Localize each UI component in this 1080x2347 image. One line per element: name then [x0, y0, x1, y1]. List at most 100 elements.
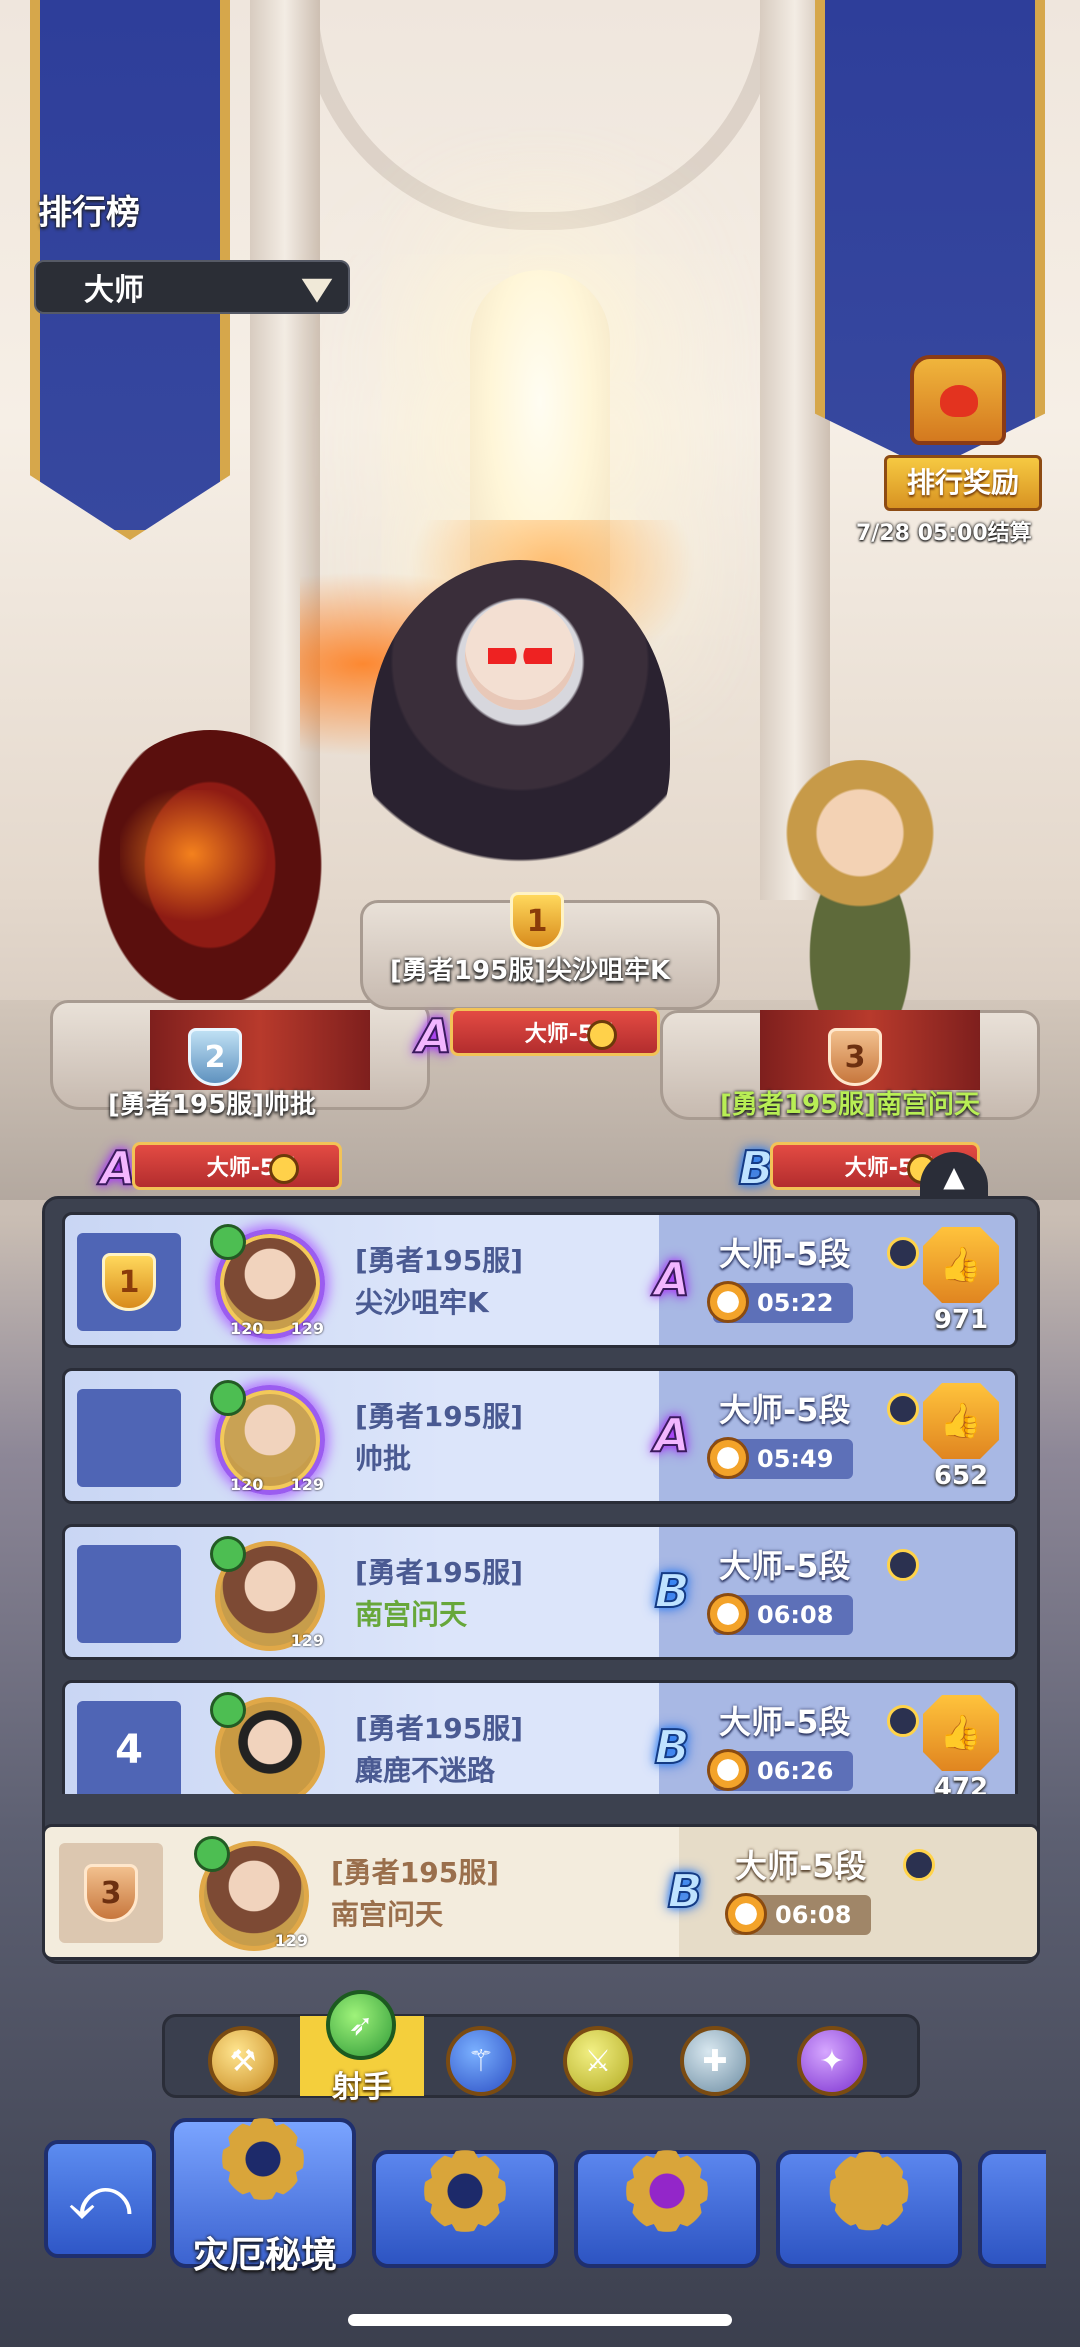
tier-label: 大师-5段: [719, 1235, 851, 1273]
bow-class-icon[interactable]: ➶: [326, 1990, 396, 2060]
summon-class-icon[interactable]: ✦: [797, 2026, 867, 2096]
my-rank-badge: 3: [59, 1843, 163, 1943]
rank-badge: 1: [77, 1233, 181, 1331]
clock-icon: [707, 1593, 749, 1635]
server-name: [勇者195服]: [355, 1556, 524, 1589]
ranking-reward-button[interactable]: 排行奖励: [884, 455, 1042, 511]
archer-class-icon: [210, 1536, 246, 1572]
clear-time: 06:08: [725, 1893, 871, 1935]
clock-icon: [725, 1893, 767, 1935]
podium-name-1[interactable]: [勇者195服]尖沙咀牢K: [390, 950, 670, 987]
tier-label: 大师-5段: [735, 1847, 867, 1885]
inspect-icon[interactable]: [587, 1020, 617, 1050]
rank-badge: 4: [77, 1701, 181, 1794]
clear-time-value: 05:49: [757, 1445, 834, 1473]
blade-class-icon[interactable]: ⚔: [563, 2026, 633, 2096]
like-count: 652: [933, 1461, 989, 1491]
leaderboard-row[interactable]: 129 120 [勇者195服] 帅批 A 大师-5段 05:49 👍 652: [62, 1368, 1018, 1504]
player-level: 129: [290, 1475, 324, 1494]
like-button[interactable]: 👍: [923, 1695, 999, 1771]
server-name: [勇者195服]: [331, 1856, 500, 1889]
server-name: [勇者195服]: [355, 1712, 524, 1745]
mode-tab-5[interactable]: [978, 2150, 1046, 2268]
player-level: 129: [290, 1319, 324, 1338]
inspect-icon[interactable]: [887, 1393, 919, 1425]
podium-hero-3[interactable]: [760, 760, 960, 1020]
inspect-icon[interactable]: [887, 1237, 919, 1269]
eye-emblem-icon: [612, 2136, 722, 2246]
staff-class-icon[interactable]: ⚚: [446, 2026, 516, 2096]
like-count: 971: [933, 1305, 989, 1335]
player-name: 麋鹿不迷路: [355, 1754, 496, 1787]
inspect-icon[interactable]: [269, 1154, 299, 1184]
mode-tab-3[interactable]: [574, 2136, 760, 2268]
server-name: [勇者195服]: [355, 1400, 524, 1433]
player-power: 120: [230, 1319, 264, 1338]
archer-class-icon: [210, 1380, 246, 1416]
dome-arch: [300, 0, 780, 230]
tier-filter-dropdown[interactable]: 大师: [34, 260, 350, 314]
clear-time-value: 06:08: [757, 1601, 834, 1629]
avatar[interactable]: 129 120: [210, 1380, 325, 1495]
grade-badge-a: A: [653, 1407, 691, 1463]
back-button[interactable]: ⤺: [44, 2140, 156, 2258]
clear-time-value: 05:22: [757, 1289, 834, 1317]
podium-tier-1[interactable]: 大师-5段: [450, 1008, 660, 1056]
mode-tab-4[interactable]: [776, 2136, 962, 2268]
my-rank-shield: 3: [84, 1864, 138, 1922]
podium-rank-2-badge: 2: [188, 1028, 242, 1086]
thumbs-up-icon: 👍: [939, 1245, 983, 1285]
avatar[interactable]: 129: [194, 1836, 309, 1951]
reward-settle-time: 7/28 05:00结算: [856, 521, 1032, 546]
avatar[interactable]: [210, 1692, 325, 1794]
player-name: 南宫问天: [355, 1598, 468, 1631]
player-level: 129: [290, 1631, 324, 1650]
tier-label: 大师-5段: [719, 1703, 851, 1741]
player-name: 帅批: [355, 1442, 412, 1475]
axe-class-icon[interactable]: ⚒: [208, 2026, 278, 2096]
leaderboard-row[interactable]: 4 [勇者195服] 麋鹿不迷路 B 大师-5段 06:26 👍 472: [62, 1680, 1018, 1794]
clear-time-value: 06:08: [775, 1901, 852, 1929]
leaderboard-row[interactable]: 129 [勇者195服] 南宫问天 B 大师-5段 06:08: [62, 1524, 1018, 1660]
chevron-down-icon: [301, 278, 333, 303]
podium-rank-3-badge: 3: [828, 1028, 882, 1086]
podium-hero-2[interactable]: [80, 730, 340, 1030]
grade-badge-a: A: [653, 1251, 691, 1307]
mode-tab-2[interactable]: [372, 2136, 558, 2268]
home-indicator[interactable]: [348, 2314, 732, 2326]
leaderboard-list[interactable]: 1 129 120 [勇者195服] 尖沙咀牢K A 大师-5段 05:22 👍…: [62, 1212, 1018, 1794]
podium-name-3[interactable]: [勇者195服]南宫问天: [720, 1084, 980, 1121]
podium-tier-2[interactable]: 大师-5段: [132, 1142, 342, 1190]
podium-rank-1-badge: 1: [510, 892, 564, 950]
clear-time: 05:49: [707, 1437, 853, 1479]
clear-time-value: 06:26: [757, 1757, 834, 1785]
player-name: 南宫问天: [331, 1898, 444, 1931]
podium-name-2[interactable]: [勇者195服]帅批: [108, 1084, 316, 1121]
holy-class-icon[interactable]: ✚: [680, 2026, 750, 2096]
leaderboard-row[interactable]: 1 129 120 [勇者195服] 尖沙咀牢K A 大师-5段 05:22 👍…: [62, 1212, 1018, 1348]
clear-time: 06:26: [707, 1749, 853, 1791]
tier-filter-value: 大师: [84, 273, 144, 308]
inspect-icon[interactable]: [887, 1705, 919, 1737]
podium-hero-1[interactable]: [370, 560, 670, 900]
thumbs-up-icon: 👍: [939, 1401, 983, 1441]
like-count: 472: [933, 1773, 989, 1794]
player-level: 129: [274, 1931, 308, 1950]
inspect-icon[interactable]: [887, 1549, 919, 1581]
pedestal-red-2: [150, 1010, 370, 1090]
player-power: 120: [230, 1475, 264, 1494]
my-ranking-row[interactable]: 3 129 [勇者195服] 南宫问天 B 大师-5段 06:08: [42, 1824, 1040, 1960]
reward-chest-icon[interactable]: [910, 355, 1006, 445]
class-tab-label[interactable]: 射手: [300, 2062, 424, 2106]
crown-emblem-icon: [814, 2136, 924, 2246]
calamity-emblem-icon: [208, 2104, 318, 2214]
tier-label: 大师-5段: [719, 1547, 851, 1585]
server-name: [勇者195服]: [355, 1244, 524, 1277]
clear-time: 05:22: [707, 1281, 853, 1323]
like-button[interactable]: 👍: [923, 1227, 999, 1303]
avatar[interactable]: 129 120: [210, 1224, 325, 1339]
grade-badge-b: B: [666, 1863, 703, 1919]
avatar[interactable]: 129: [210, 1536, 325, 1651]
inspect-icon[interactable]: [903, 1849, 935, 1881]
like-button[interactable]: 👍: [923, 1383, 999, 1459]
